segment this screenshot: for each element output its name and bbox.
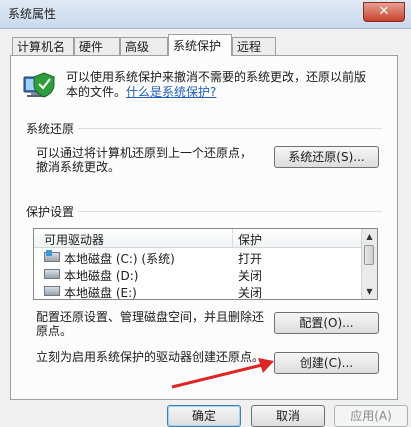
restore-group-divider (26, 128, 382, 129)
apply-button[interactable]: 应用(A) (334, 405, 408, 427)
drive-icon (44, 286, 60, 296)
configure-desc-line1: 配置还原设置、管理磁盘空间，并且删除还 (36, 310, 265, 324)
configure-desc-line2: 原点。 (36, 324, 73, 338)
tab-remote[interactable]: 远程 (232, 37, 276, 55)
restore-desc-line2: 撤消系统更改。 (36, 160, 121, 174)
annotation-arrow-icon (171, 358, 274, 389)
column-protection[interactable]: 保护 (238, 231, 262, 248)
drive-protection-status: 打开 (238, 252, 263, 266)
cancel-button[interactable]: 取消 (251, 405, 325, 427)
create-restore-point-button[interactable]: 创建(C)... (274, 352, 379, 374)
window-title: 系统属性 (8, 7, 57, 21)
drive-list[interactable]: 可用驱动器 保护 本地磁盘 (C:) (系统) 打开 本地磁盘 (D:) 关闭 … (33, 228, 378, 300)
intro-text-line1: 可以使用系统保护来撤消不需要的系统更改，还原以前版 (66, 70, 367, 84)
drive-row[interactable]: 本地磁盘 (D:) 关闭 (34, 266, 364, 283)
scroll-thumb[interactable] (364, 245, 374, 265)
protection-group-divider (26, 211, 382, 212)
tab-system-protection[interactable]: 系统保护 (168, 34, 232, 56)
windows-logo-icon (46, 250, 52, 256)
close-button[interactable]: ✕ (363, 2, 405, 22)
scroll-down-icon[interactable]: ▼ (362, 284, 377, 299)
drive-row[interactable]: 本地磁盘 (C:) (系统) 打开 (34, 249, 364, 266)
tab-hardware[interactable]: 硬件 (74, 37, 120, 55)
drive-name: 本地磁盘 (D:) (64, 269, 139, 283)
system-protection-icon (23, 72, 55, 98)
drive-name: 本地磁盘 (E:) (64, 286, 137, 300)
scroll-up-icon[interactable]: ▲ (362, 229, 377, 244)
drive-icon (44, 269, 60, 279)
restore-group-label: 系统还原 (26, 120, 79, 137)
system-drive-icon (44, 250, 60, 262)
drive-protection-status: 关闭 (238, 286, 263, 300)
system-restore-button[interactable]: 系统还原(S)... (274, 146, 379, 168)
ok-button[interactable]: 确定 (167, 405, 241, 427)
protection-group-label: 保护设置 (26, 203, 79, 220)
tab-advanced[interactable]: 高级 (120, 37, 168, 55)
vertical-scrollbar[interactable]: ▲ ▼ (361, 229, 377, 299)
drive-protection-status: 关闭 (238, 269, 263, 283)
drive-row[interactable]: 本地磁盘 (E:) 关闭 (34, 283, 364, 300)
column-separator (232, 229, 233, 247)
column-available-drives[interactable]: 可用驱动器 (44, 231, 104, 248)
tab-computer-name[interactable]: 计算机名 (12, 37, 74, 55)
drive-list-header: 可用驱动器 保护 (34, 229, 364, 248)
restore-desc-line1: 可以通过将计算机还原到上一个还原点， (36, 146, 253, 160)
configure-button[interactable]: 配置(O)... (274, 312, 379, 334)
what-is-system-protection-link[interactable]: 什么是系统保护? (126, 85, 216, 99)
intro-text-line2: 本的文件。什么是系统保护? (66, 85, 217, 99)
drive-name: 本地磁盘 (C:) (系统) (64, 252, 175, 266)
close-icon: ✕ (378, 4, 390, 19)
title-bar: 系统属性 ✕ (0, 0, 411, 29)
